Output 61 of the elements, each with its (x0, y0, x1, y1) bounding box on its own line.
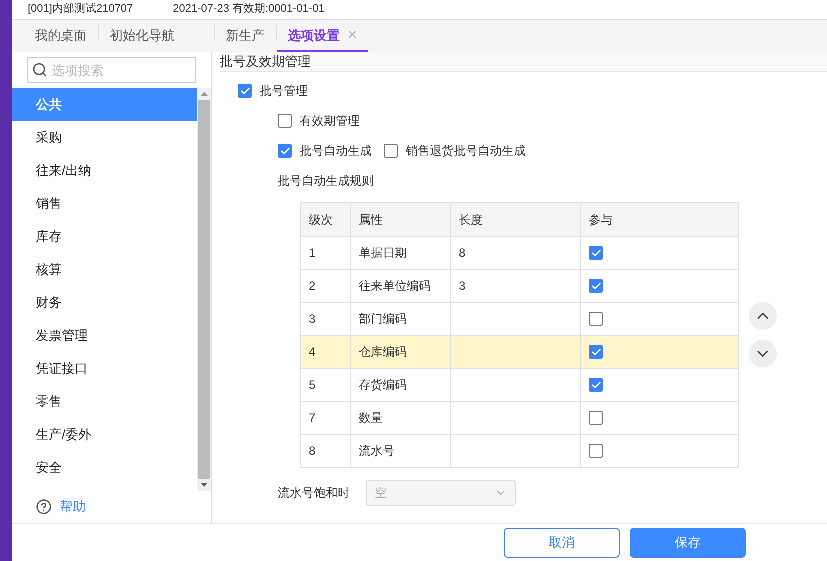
table-cell: 流水号 (350, 434, 450, 468)
checkbox[interactable] (238, 84, 252, 98)
sidebar-item[interactable]: 生产/委外 (12, 418, 197, 451)
section-title: 批号及效期管理 (220, 52, 827, 72)
cancel-button[interactable]: 取消 (504, 528, 620, 558)
sidebar-item[interactable]: 发票管理 (12, 319, 197, 352)
sidebar-item[interactable]: 安全 (12, 451, 197, 484)
tab[interactable]: 我的桌面 (24, 22, 98, 52)
table-row[interactable]: 5 存货编码 (300, 368, 738, 402)
check-icon (590, 380, 602, 390)
checkbox[interactable] (278, 144, 292, 158)
column-header: 参与 (580, 202, 738, 236)
table-cell: 8 (300, 434, 350, 468)
table-row[interactable]: 1 单据日期 8 (300, 236, 738, 270)
check-icon (590, 248, 602, 258)
table-row[interactable]: 2 往来单位编码 3 (300, 270, 738, 302)
checkbox[interactable] (384, 144, 398, 158)
help-icon (36, 499, 52, 515)
checkbox-label: 批号管理 (260, 83, 308, 100)
check-icon (590, 346, 602, 358)
sidebar-item[interactable]: 往来/出纳 (12, 154, 197, 187)
rules-title: 批号自动生成规则 (278, 173, 375, 190)
checkbox[interactable] (589, 444, 603, 458)
checkbox[interactable] (589, 345, 603, 359)
check-icon (590, 280, 602, 292)
checkbox-label: 有效期管理 (300, 113, 360, 130)
tab[interactable]: 新生产 (215, 22, 276, 52)
checkbox[interactable] (589, 279, 603, 293)
tab[interactable]: 初始化导航 (99, 22, 186, 52)
checkbox-label: 销售退货批号自动生成 (406, 143, 526, 160)
table-row[interactable]: 8 流水号 (300, 434, 738, 468)
table-row[interactable]: 3 部门编码 (300, 302, 738, 336)
column-header: 级次 (300, 202, 350, 236)
checkbox[interactable] (589, 312, 603, 326)
search-icon (32, 62, 48, 78)
sidebar-item[interactable]: 零售 (12, 385, 197, 418)
checkbox[interactable] (278, 114, 292, 128)
sidebar-item[interactable]: 采购 (12, 121, 197, 154)
sidebar-item[interactable]: 库存 (12, 220, 197, 253)
search-field[interactable]: 选项搜索 (27, 57, 196, 83)
move-down-button[interactable] (749, 340, 777, 368)
sidebar-item[interactable]: 财务 (12, 286, 197, 319)
help-link[interactable]: 帮助 (60, 497, 86, 517)
sidebar-item[interactable]: 核算 (12, 253, 197, 286)
field-label: 流水号饱和时 (278, 485, 350, 502)
scrollbar[interactable] (197, 88, 211, 491)
check-icon (240, 86, 250, 96)
checkbox-label: 批号自动生成 (300, 143, 372, 160)
scroll-up-icon[interactable] (200, 92, 208, 96)
sidebar-item[interactable]: 销售 (12, 187, 197, 220)
scroll-down-icon[interactable] (200, 483, 208, 487)
checkbox[interactable] (589, 411, 603, 425)
table-row[interactable]: 7 数量 (300, 402, 738, 434)
checkbox[interactable] (589, 378, 603, 392)
checkbox[interactable] (589, 246, 603, 260)
table-row[interactable]: 4 仓库编码 (300, 336, 738, 368)
check-icon (280, 146, 290, 156)
account-name: [001]内部测试210707 (28, 2, 134, 18)
sidebar-item[interactable]: 凭证接口 (12, 352, 197, 385)
date-info: 2021-07-23 有效期:0001-01-01 (173, 2, 325, 18)
move-up-button[interactable] (749, 302, 777, 330)
